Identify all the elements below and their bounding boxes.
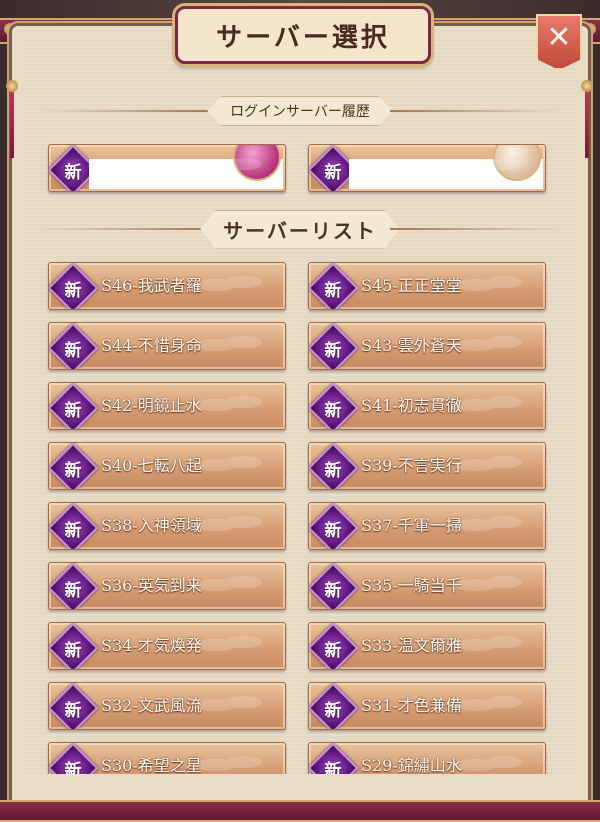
server-name: S43-雲外蒼天 [361, 336, 462, 355]
server-name: S45-正正堂堂 [361, 276, 462, 295]
server-name: S38-入神領域 [101, 516, 202, 535]
server-name: S36-英気到来 [101, 576, 202, 595]
server-button[interactable]: 新 S44-不惜身命 [48, 322, 286, 370]
history-header: ログインサーバー履歴 [40, 94, 560, 128]
server-name: S40-七転八起 [101, 456, 202, 475]
server-button[interactable]: 新 S30-希望之星 [48, 742, 286, 774]
history-server-1[interactable]: 新 [48, 144, 286, 192]
server-name: S34-才気煥発 [101, 636, 202, 655]
server-button[interactable]: 新 S35-一騎当千 [308, 562, 546, 610]
server-button[interactable]: 新 S45-正正堂堂 [308, 262, 546, 310]
server-button[interactable]: 新 S40-七転八起 [48, 442, 286, 490]
server-name: S37-千軍一掃 [361, 516, 462, 535]
server-button[interactable]: 新 S36-英気到来 [48, 562, 286, 610]
server-button[interactable]: 新 S32-文武風流 [48, 682, 286, 730]
dialog-title: サーバー選択 [216, 22, 390, 53]
bottom-rail [0, 800, 600, 822]
close-button[interactable]: ✕ [536, 14, 582, 70]
server-name: S46-我武者羅 [101, 276, 202, 295]
redacted-server-name [89, 159, 283, 189]
server-button[interactable]: 新 S33-温文爾雅 [308, 622, 546, 670]
server-button[interactable]: 新 S42-明鏡止水 [48, 382, 286, 430]
redacted-server-name [349, 159, 543, 189]
server-button[interactable]: 新 S38-入神領域 [48, 502, 286, 550]
server-list-header: サーバーリスト [40, 209, 560, 249]
server-button[interactable]: 新 S37-千軍一掃 [308, 502, 546, 550]
tassel-left [6, 80, 18, 158]
server-button[interactable]: 新 S43-雲外蒼天 [308, 322, 546, 370]
server-button[interactable]: 新 S31-才色兼備 [308, 682, 546, 730]
server-list[interactable]: 新 S46-我武者羅新 S45-正正堂堂新 S44-不惜身命新 S43-雲外蒼天新 S42… [0, 262, 600, 774]
title-plaque: サーバー選択 [175, 6, 431, 64]
server-button[interactable]: 新 S39-不言実行 [308, 442, 546, 490]
server-name: S32-文武風流 [101, 696, 202, 715]
server-name: S44-不惜身命 [101, 336, 202, 355]
server-button[interactable]: 新 S29-錦繡山水 [308, 742, 546, 774]
server-name: S39-不言実行 [361, 456, 462, 475]
tassel-right [581, 80, 593, 158]
server-name: S41-初志貫徹 [361, 396, 462, 415]
server-name: S42-明鏡止水 [101, 396, 202, 415]
server-name: S29-錦繡山水 [361, 756, 462, 774]
server-name: S30-希望之星 [101, 756, 202, 774]
history-server-2[interactable]: 新 [308, 144, 546, 192]
history-label: ログインサーバー履歴 [207, 96, 393, 126]
server-button[interactable]: 新 S41-初志貫徹 [308, 382, 546, 430]
server-list-label: サーバーリスト [200, 209, 400, 249]
server-name: S31-才色兼備 [361, 696, 462, 715]
server-button[interactable]: 新 S34-才気煥発 [48, 622, 286, 670]
close-icon: ✕ [546, 20, 572, 55]
server-name: S33-温文爾雅 [361, 636, 462, 655]
server-name: S35-一騎当千 [361, 576, 462, 595]
server-button[interactable]: 新 S46-我武者羅 [48, 262, 286, 310]
